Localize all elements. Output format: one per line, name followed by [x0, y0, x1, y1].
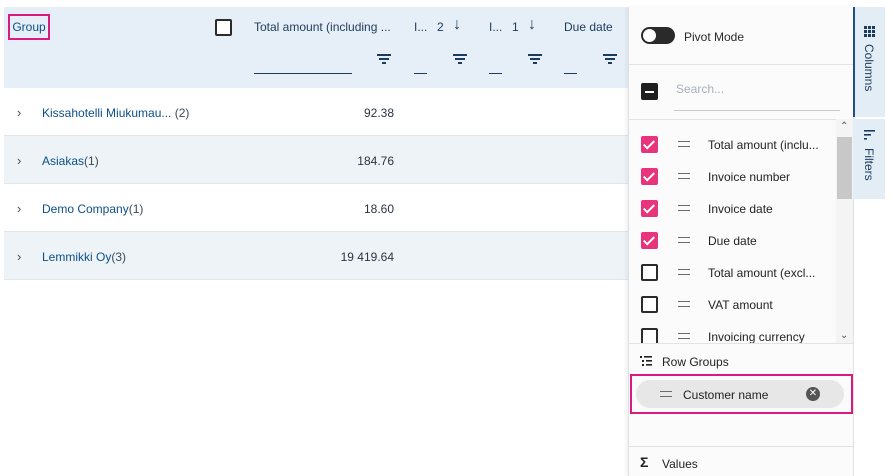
group-label: Lemmikki Oy(3) — [42, 250, 127, 264]
column-item-label[interactable]: Invoicing currency — [708, 330, 805, 343]
chevron-right-icon[interactable]: › — [17, 105, 21, 120]
tab-filters-label[interactable]: Filters — [862, 148, 876, 181]
group-column-header[interactable]: Group — [8, 14, 50, 40]
column-checkbox[interactable] — [641, 264, 658, 281]
drag-handle-icon[interactable] — [678, 269, 690, 276]
filter-input-invoice-date[interactable] — [489, 73, 502, 74]
row-groups-label: Row Groups — [662, 355, 729, 369]
column-item-label[interactable]: Invoice number — [708, 170, 790, 184]
column-item-label[interactable]: VAT amount — [708, 298, 773, 312]
filter-icon[interactable] — [603, 54, 617, 64]
tab-columns-label[interactable]: Columns — [862, 44, 876, 91]
group-label: Kissahotelli Miukumau... (2) — [42, 106, 190, 120]
column-item-label[interactable]: Total amount (inclu... — [708, 138, 819, 152]
row-total-amount: 92.38 — [363, 106, 394, 120]
drag-handle-icon[interactable] — [678, 333, 690, 340]
scroll-down-icon[interactable]: ⌄ — [840, 330, 848, 341]
column-checkbox[interactable] — [641, 136, 658, 153]
row-total-amount: 19 419.64 — [340, 250, 394, 264]
filter-icon — [864, 130, 875, 140]
select-all-columns-checkbox[interactable] — [641, 83, 658, 100]
row-group-chip-label: Customer name — [683, 388, 769, 402]
remove-chip-icon[interactable]: ✕ — [806, 387, 820, 401]
column-checkbox[interactable] — [641, 328, 658, 343]
drag-handle-icon[interactable] — [678, 237, 690, 244]
group-label: Demo Company(1) — [42, 202, 144, 216]
scroll-up-icon[interactable]: ⌃ — [840, 121, 848, 132]
scrollbar-thumb[interactable] — [837, 137, 852, 199]
filter-icon[interactable] — [377, 54, 391, 64]
column-checkbox[interactable] — [641, 232, 658, 249]
drag-handle-icon[interactable] — [678, 301, 690, 308]
pivot-mode-label: Pivot Mode — [684, 30, 745, 44]
sort-down-arrow-icon: ↓ — [453, 16, 461, 33]
filter-icon[interactable] — [453, 54, 467, 64]
group-label: Asiakas(1) — [42, 154, 99, 168]
column-header-total-amount[interactable]: Total amount (including ... — [254, 20, 391, 34]
drag-handle-icon[interactable] — [678, 141, 690, 148]
filter-input-invoice-number[interactable] — [414, 73, 427, 74]
drag-handle-icon[interactable] — [678, 205, 690, 212]
filter-icon[interactable] — [528, 54, 542, 64]
values-label: Values — [662, 457, 698, 471]
chevron-right-icon[interactable]: › — [17, 249, 21, 264]
column-list-clip: Invoicing currency — [628, 320, 836, 343]
column-header-due-date[interactable]: Due date — [564, 20, 613, 34]
sort-order-badge: 1 — [512, 20, 519, 34]
column-checkbox[interactable] — [641, 168, 658, 185]
column-item-label[interactable]: Invoice date — [708, 202, 773, 216]
column-item-label[interactable]: Due date — [708, 234, 757, 248]
search-placeholder: Search... — [676, 82, 725, 96]
sort-order-badge: 2 — [437, 20, 444, 34]
chevron-right-icon[interactable]: › — [17, 201, 21, 216]
divider — [628, 119, 836, 120]
sort-down-arrow-icon: ↓ — [528, 16, 536, 33]
toggle-knob — [643, 29, 656, 42]
drag-handle-icon[interactable] — [678, 173, 690, 180]
select-all-rows-checkbox[interactable] — [215, 19, 232, 36]
drag-handle-icon[interactable] — [660, 391, 672, 398]
sigma-icon: Σ — [640, 454, 649, 470]
divider — [628, 343, 853, 344]
filter-input-total-amount[interactable] — [254, 73, 352, 74]
column-item-label[interactable]: Total amount (excl... — [708, 266, 815, 280]
row-total-amount: 184.76 — [357, 154, 394, 168]
column-checkbox[interactable] — [641, 296, 658, 313]
columns-icon — [864, 26, 875, 37]
column-checkbox[interactable] — [641, 200, 658, 217]
column-header-invoice-number[interactable]: I... — [414, 20, 427, 34]
row-groups-icon — [640, 356, 652, 366]
row-total-amount: 18.60 — [363, 202, 394, 216]
filter-input-due-date[interactable] — [564, 73, 577, 74]
divider — [628, 64, 853, 65]
chevron-right-icon[interactable]: › — [17, 153, 21, 168]
column-header-invoice-date[interactable]: I... — [489, 20, 502, 34]
divider — [628, 446, 853, 447]
